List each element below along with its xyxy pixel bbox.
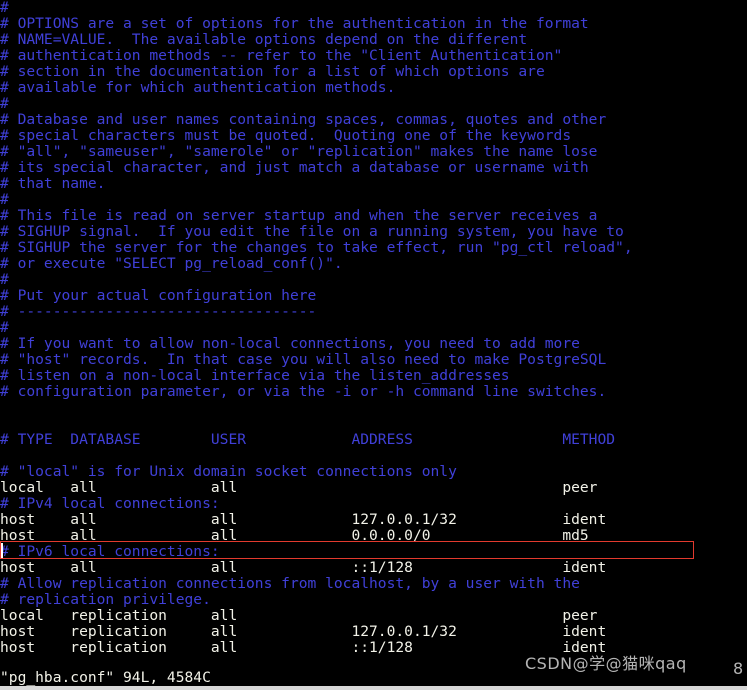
comment-line[interactable]: #	[0, 96, 747, 112]
window-bottom-edge	[0, 686, 747, 690]
comment-line[interactable]: # IPv4 local connections:	[0, 496, 747, 512]
comment-line[interactable]: # If you want to allow non-local connect…	[0, 336, 747, 352]
comment-line[interactable]: #	[0, 0, 747, 16]
comment-line[interactable]: # OPTIONS are a set of options for the a…	[0, 16, 747, 32]
config-line[interactable]: local all all peer	[0, 480, 747, 496]
comment-line[interactable]: # special characters must be quoted. Quo…	[0, 128, 747, 144]
comment-line[interactable]: #	[0, 192, 747, 208]
comment-line[interactable]: # "all", "sameuser", "samerole" or "repl…	[0, 144, 747, 160]
blank-line[interactable]	[0, 400, 747, 416]
config-line[interactable]: host replication all 127.0.0.1/32 ident	[0, 624, 747, 640]
comment-line[interactable]: # that name.	[0, 176, 747, 192]
comment-line[interactable]: # NAME=VALUE. The available options depe…	[0, 32, 747, 48]
comment-line[interactable]: # "host" records. In that case you will …	[0, 352, 747, 368]
comment-line[interactable]: # SIGHUP the server for the changes to t…	[0, 240, 747, 256]
config-line[interactable]: host all all 0.0.0.0/0 md5	[0, 528, 747, 544]
blank-line[interactable]	[0, 448, 747, 464]
comment-line[interactable]: #	[0, 272, 747, 288]
comment-line[interactable]: # Allow replication connections from loc…	[0, 576, 747, 592]
vim-status-line: "pg_hba.conf" 94L, 4584C	[0, 669, 211, 686]
comment-line[interactable]: # section in the documentation for a lis…	[0, 64, 747, 80]
comment-line[interactable]: # available for which authentication met…	[0, 80, 747, 96]
comment-line[interactable]: # ----------------------------------	[0, 304, 747, 320]
comment-line[interactable]: # SIGHUP signal. If you edit the file on…	[0, 224, 747, 240]
comment-line[interactable]: # IPv6 local connections:	[0, 544, 747, 560]
blank-line[interactable]	[0, 416, 747, 432]
comment-line[interactable]: # This file is read on server startup an…	[0, 208, 747, 224]
config-line[interactable]: local replication all peer	[0, 608, 747, 624]
comment-line[interactable]: # replication privilege.	[0, 592, 747, 608]
config-line[interactable]: host all all 127.0.0.1/32 ident	[0, 512, 747, 528]
file-buffer[interactable]: # # OPTIONS are a set of options for the …	[0, 0, 747, 656]
comment-line[interactable]: # "local" is for Unix domain socket conn…	[0, 464, 747, 480]
comment-line[interactable]: # authentication methods -- refer to the…	[0, 48, 747, 64]
comment-line[interactable]: # Database and user names containing spa…	[0, 112, 747, 128]
comment-line[interactable]: # or execute "SELECT pg_reload_conf()".	[0, 256, 747, 272]
comment-line[interactable]: #	[0, 320, 747, 336]
vim-terminal-window[interactable]: # # OPTIONS are a set of options for the …	[0, 0, 747, 690]
comment-line[interactable]: # its special character, and just match …	[0, 160, 747, 176]
comment-line[interactable]: # TYPE DATABASE USER ADDRESS METHOD	[0, 432, 747, 448]
config-line[interactable]: host all all ::1/128 ident	[0, 560, 747, 576]
comment-line[interactable]: # Put your actual configuration here	[0, 288, 747, 304]
text-cursor	[1, 543, 3, 558]
comment-line[interactable]: # configuration parameter, or via the -i…	[0, 384, 747, 400]
config-line[interactable]: host replication all ::1/128 ident	[0, 640, 747, 656]
comment-line[interactable]: # listen on a non-local interface via th…	[0, 368, 747, 384]
